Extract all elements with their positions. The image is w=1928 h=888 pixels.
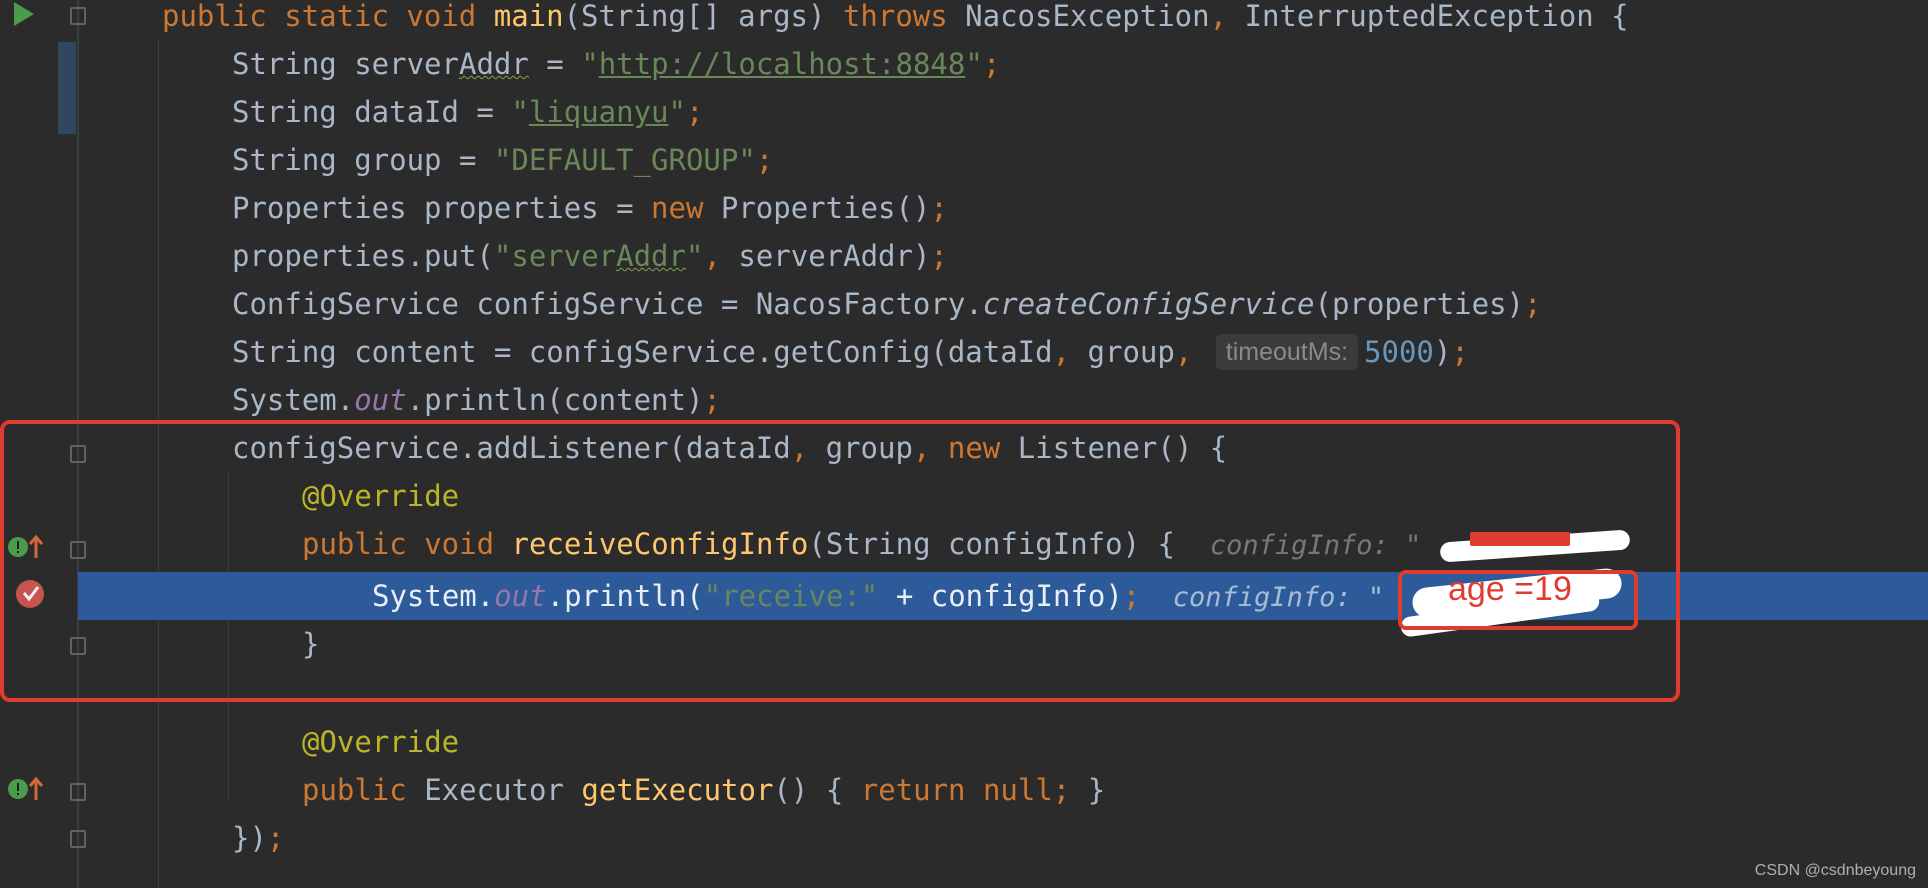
age-annotation: age =19 <box>1448 570 1572 608</box>
code-token: " <box>668 95 686 129</box>
code-token: { <box>825 773 861 807</box>
code-token: public static void <box>162 0 494 33</box>
code-token: " <box>511 95 529 129</box>
code-token: NacosException <box>965 0 1210 33</box>
code-token: }) <box>232 821 267 855</box>
code-token: group <box>1087 335 1175 369</box>
code-token: serverAddr) <box>738 239 931 273</box>
code-editor[interactable]: public static void main(String[] args) t… <box>0 0 1928 888</box>
code-token: ; <box>930 191 948 225</box>
code-token: liquanyu <box>528 95 669 129</box>
code-token: " <box>965 47 983 81</box>
code-token: createConfigService <box>982 287 1315 321</box>
code-token: http://localhost:8848 <box>598 47 966 81</box>
code-token: , <box>1209 0 1245 33</box>
code-token: "DEFAULT_GROUP" <box>493 143 756 177</box>
code-token: properties.put( <box>232 239 494 273</box>
highlight-box <box>0 420 1680 702</box>
code-token: Addr <box>616 239 686 273</box>
code-token: ; <box>930 239 948 273</box>
code-token: ) <box>1433 335 1452 369</box>
parameter-hint: timeoutMs: <box>1215 334 1359 370</box>
code-token: , <box>1052 335 1088 369</box>
code-token: ; <box>982 47 1001 81</box>
code-line[interactable]: String content = configService.getConfig… <box>0 328 1928 376</box>
code-token: ; <box>755 143 774 177</box>
code-token: Properties properties = <box>232 191 652 225</box>
code-line[interactable]: ConfigService configService = NacosFacto… <box>0 280 1928 328</box>
code-token: String server <box>232 47 459 81</box>
code-line[interactable]: @Override <box>0 718 1928 766</box>
code-token: public <box>302 773 425 807</box>
code-token: ; <box>1052 773 1071 807</box>
code-line[interactable]: Properties properties = new Properties()… <box>0 184 1928 232</box>
code-token: Addr <box>458 47 529 81</box>
code-line[interactable]: System.out.println(content); <box>0 376 1928 424</box>
code-line[interactable]: String group = "DEFAULT_GROUP"; <box>0 136 1928 184</box>
code-token: String dataId = <box>232 95 512 129</box>
code-token: String group = <box>232 143 494 177</box>
code-token: getExecutor <box>581 773 774 807</box>
code-token: new <box>651 191 721 225</box>
code-token: ; <box>685 95 704 129</box>
code-token: ConfigService configService = NacosFacto… <box>232 287 983 321</box>
code-token: (properties) <box>1314 287 1525 321</box>
watermark: CSDN @csdnbeyoung <box>1754 862 1916 879</box>
code-line[interactable]: String dataId = "liquanyu"; <box>0 88 1928 136</box>
code-token: Executor <box>424 773 582 807</box>
code-token: " <box>581 47 599 81</box>
code-token: (String[] args) <box>563 0 843 33</box>
code-token: Properties() <box>720 191 931 225</box>
code-token: ; <box>1524 287 1542 321</box>
code-token: 5000 <box>1364 335 1434 369</box>
code-token: , <box>703 239 739 273</box>
redaction-mark <box>1470 532 1570 546</box>
code-token: throws <box>842 0 966 33</box>
code-token: ; <box>1451 335 1469 369</box>
code-token: " <box>685 239 704 273</box>
code-token: .println(content) <box>406 383 704 417</box>
code-token: () <box>773 773 826 807</box>
code-token: "server <box>493 239 617 273</box>
code-line[interactable]: }); <box>0 814 1928 862</box>
code-line[interactable]: public static void main(String[] args) t… <box>0 0 1928 40</box>
code-token: } <box>1070 773 1106 807</box>
code-token: String content = configService.getConfig… <box>232 335 1053 369</box>
code-token: InterruptedException { <box>1244 0 1629 33</box>
code-token: out <box>354 383 407 417</box>
code-token: , <box>1174 335 1210 369</box>
code-line[interactable]: properties.put("serverAddr", serverAddr)… <box>0 232 1928 280</box>
code-token: main <box>493 0 564 33</box>
code-token: System. <box>232 383 355 417</box>
code-token: ; <box>703 383 721 417</box>
code-line[interactable]: String serverAddr = "http://localhost:88… <box>0 40 1928 88</box>
code-token: return null <box>860 773 1053 807</box>
code-token: = <box>528 47 582 81</box>
code-token: ; <box>266 821 285 855</box>
code-line[interactable]: public Executor getExecutor() { return n… <box>0 766 1928 814</box>
code-token: @Override <box>302 725 460 759</box>
